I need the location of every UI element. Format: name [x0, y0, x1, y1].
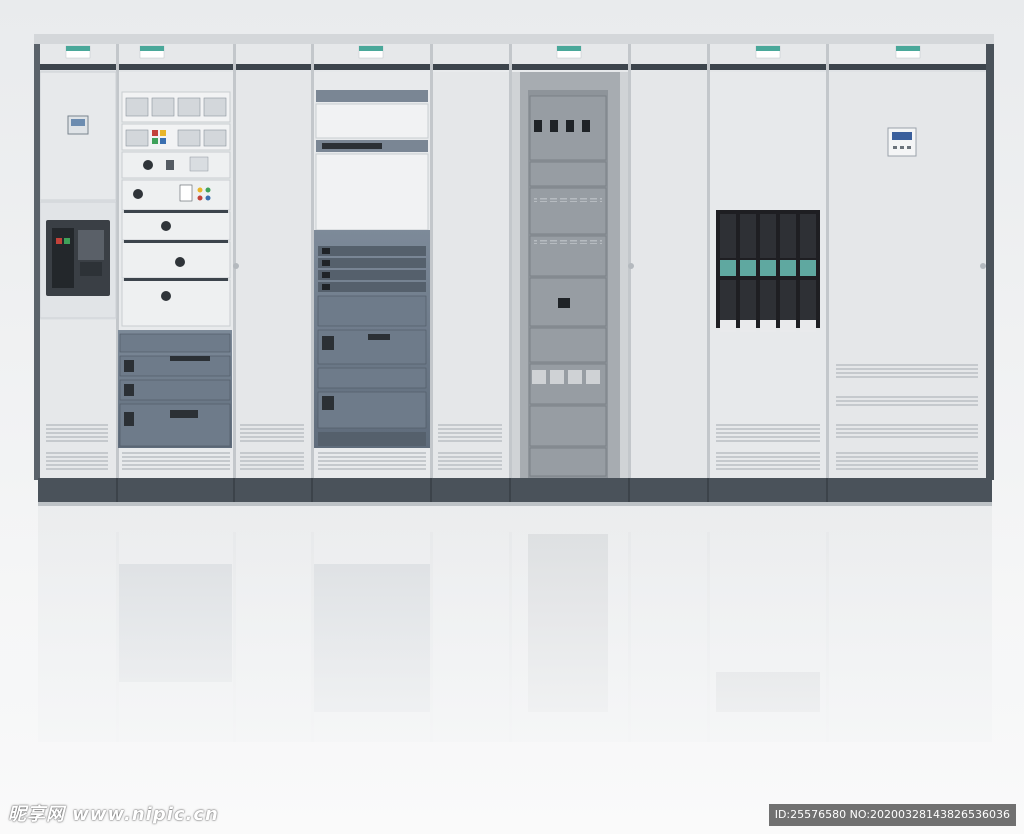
- section-motor-control: [118, 72, 233, 478]
- section-blank-1: [233, 72, 311, 478]
- section-fuse-switches: [710, 72, 826, 478]
- section-blank-2: [433, 72, 509, 478]
- section-blank-3: [628, 72, 707, 478]
- image-id-watermark: ID:25576580 NO:20200328143826536036: [768, 804, 1016, 826]
- section-breaker: [39, 71, 117, 478]
- reflection-fade: [0, 506, 1024, 834]
- section-open-terminal: [512, 72, 628, 478]
- header-rail: [34, 64, 994, 70]
- switchgear-photo: [0, 0, 1024, 834]
- side-frame: [986, 44, 994, 480]
- section-plug-in-units: [314, 72, 430, 478]
- top-header: [34, 44, 994, 66]
- side-frame-left: [34, 44, 40, 480]
- plinth: [38, 478, 992, 502]
- switchgear-assembly: [34, 34, 994, 506]
- site-watermark: 昵享网 www.nipic.cn: [8, 804, 219, 825]
- section-control: [829, 72, 987, 478]
